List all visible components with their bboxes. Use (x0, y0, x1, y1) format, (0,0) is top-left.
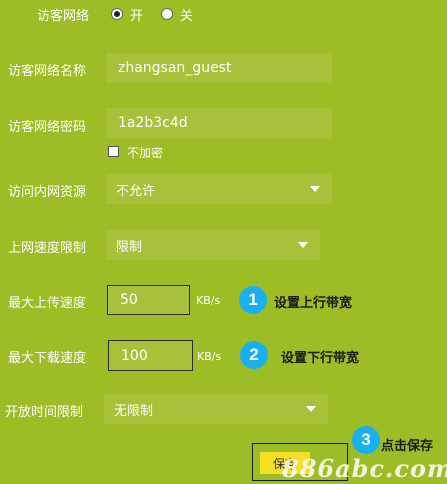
step-2-badge: 2 (240, 341, 268, 369)
guest-network-label: 访客网络 (37, 9, 90, 24)
network-password-label: 访客网络密码 (8, 120, 87, 135)
max-download-unit: KB/s (197, 350, 222, 363)
chevron-down-icon (298, 242, 308, 248)
speed-limit-label: 上网速度限制 (8, 241, 87, 256)
max-upload-unit: KB/s (196, 294, 221, 307)
step-2-annotation: 设置下行带宽 (281, 351, 360, 366)
max-download-label: 最大下载速度 (8, 351, 87, 366)
guest-network-off-radio[interactable] (161, 8, 173, 20)
no-encrypt-label: 不加密 (127, 146, 164, 160)
speed-limit-value: 限制 (116, 239, 143, 255)
intranet-access-label: 访问内网资源 (8, 185, 87, 200)
chevron-down-icon (306, 406, 316, 412)
watermark: 886abc.com (282, 454, 447, 483)
max-download-input[interactable]: 100 (108, 340, 193, 371)
chevron-down-icon (310, 186, 320, 192)
network-password-input[interactable]: 1a2b3c4d (106, 108, 332, 138)
open-time-label: 开放时间限制 (5, 405, 84, 420)
no-encrypt-checkbox[interactable] (108, 146, 119, 157)
network-name-input[interactable]: zhangsan_guest (106, 53, 332, 83)
max-upload-label: 最大上传速度 (8, 296, 87, 311)
network-name-label: 访客网络名称 (8, 64, 87, 79)
step-3-annotation: 点击保存 (381, 439, 434, 454)
step-1-badge: 1 (239, 286, 267, 314)
step-3-badge: 3 (352, 426, 380, 454)
speed-limit-select[interactable]: 限制 (106, 230, 320, 260)
guest-network-on-label: 开 (130, 9, 144, 24)
guest-network-off-label: 关 (180, 9, 194, 24)
step-1-annotation: 设置上行带宽 (274, 296, 353, 311)
intranet-access-select[interactable]: 不允许 (106, 174, 332, 204)
guest-network-on-radio[interactable] (111, 8, 123, 20)
open-time-select[interactable]: 无限制 (104, 394, 328, 424)
max-upload-input[interactable]: 50 (107, 285, 190, 315)
intranet-access-value: 不允许 (116, 183, 156, 199)
open-time-value: 无限制 (114, 403, 154, 419)
